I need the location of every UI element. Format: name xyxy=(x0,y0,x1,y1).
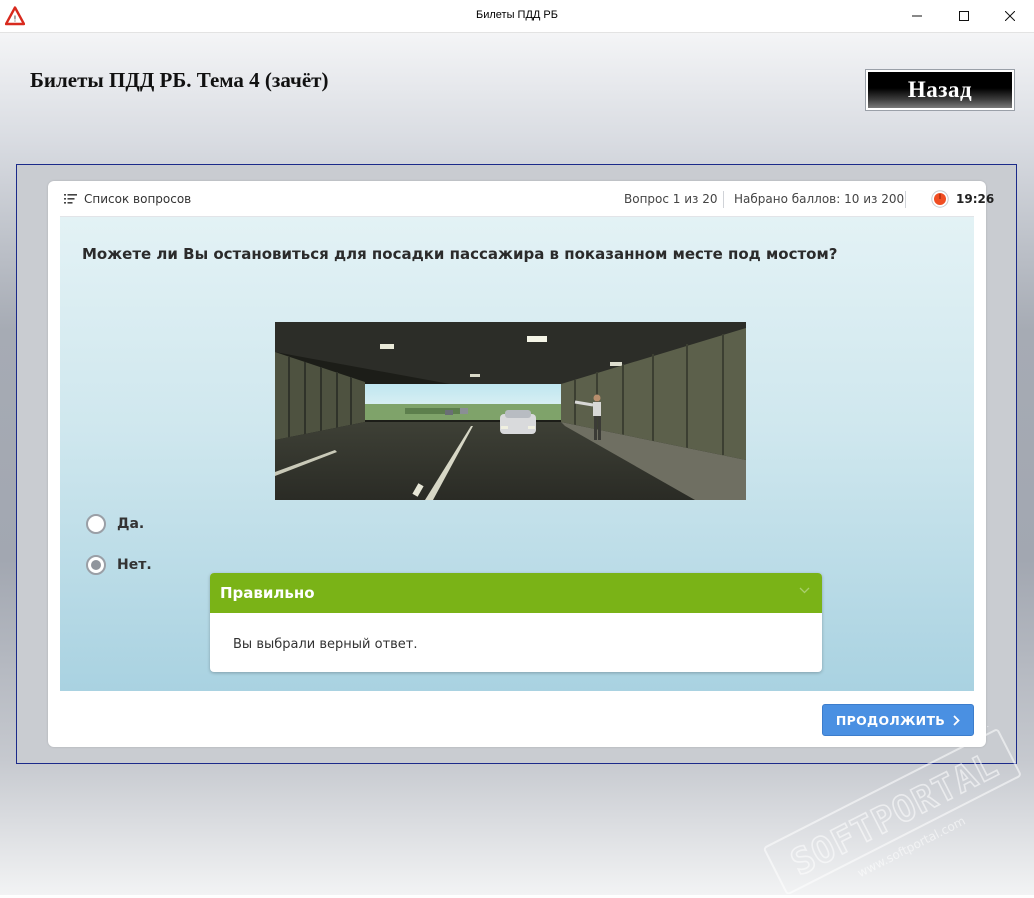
question-image xyxy=(275,322,746,500)
softportal-logo-icon: SOFTPORTAL www.softportal.com TM xyxy=(763,716,1021,895)
answer-label: Нет. xyxy=(117,557,152,573)
timer-icon xyxy=(931,190,949,208)
chevron-down-icon xyxy=(799,587,810,594)
result-title: Правильно xyxy=(220,584,315,602)
score-text: Набрано баллов: 10 из 200 xyxy=(734,192,905,206)
radio-button-selected[interactable] xyxy=(86,555,106,575)
chevron-right-icon xyxy=(953,714,960,726)
close-button[interactable] xyxy=(987,0,1033,32)
close-icon xyxy=(1005,11,1015,21)
result-header[interactable]: Правильно xyxy=(210,573,822,613)
radio-dot xyxy=(91,560,101,570)
maximize-icon xyxy=(959,11,969,21)
question-list-button[interactable]: Список вопросов xyxy=(64,192,191,206)
answer-option-2[interactable]: Нет. xyxy=(86,555,152,575)
question-counter: Вопрос 1 из 20 xyxy=(624,192,718,206)
window-title: Билеты ПДД РБ xyxy=(476,9,558,21)
maximize-button[interactable] xyxy=(941,0,987,32)
radio-button[interactable] xyxy=(86,514,106,534)
question-text: Можете ли Вы остановиться для посадки па… xyxy=(82,245,838,263)
question-area: Можете ли Вы остановиться для посадки па… xyxy=(60,217,974,691)
result-panel: Правильно Вы выбрали верный ответ. xyxy=(210,573,822,672)
question-list-label: Список вопросов xyxy=(84,192,192,206)
title-bar: ! Билеты ПДД РБ xyxy=(0,0,1034,33)
list-icon xyxy=(64,194,77,204)
page-title: Билеты ПДД РБ. Тема 4 (зачёт) xyxy=(30,68,329,92)
question-toolbar: Список вопросов Вопрос 1 из 20 Набрано б… xyxy=(60,181,994,217)
toolbar-divider xyxy=(723,191,724,208)
toolbar-divider xyxy=(905,191,906,208)
result-message: Вы выбрали верный ответ. xyxy=(233,637,418,652)
question-card: Список вопросов Вопрос 1 из 20 Набрано б… xyxy=(48,181,994,747)
minimize-button[interactable] xyxy=(894,0,940,32)
timer-value: 19:26 xyxy=(956,192,995,206)
minimize-icon xyxy=(912,15,922,17)
back-button[interactable]: Назад xyxy=(865,69,1015,111)
answer-label: Да. xyxy=(117,516,145,532)
answer-option-1[interactable]: Да. xyxy=(86,514,144,534)
softportal-watermark: SOFTPORTAL www.softportal.com TM xyxy=(742,716,1032,895)
